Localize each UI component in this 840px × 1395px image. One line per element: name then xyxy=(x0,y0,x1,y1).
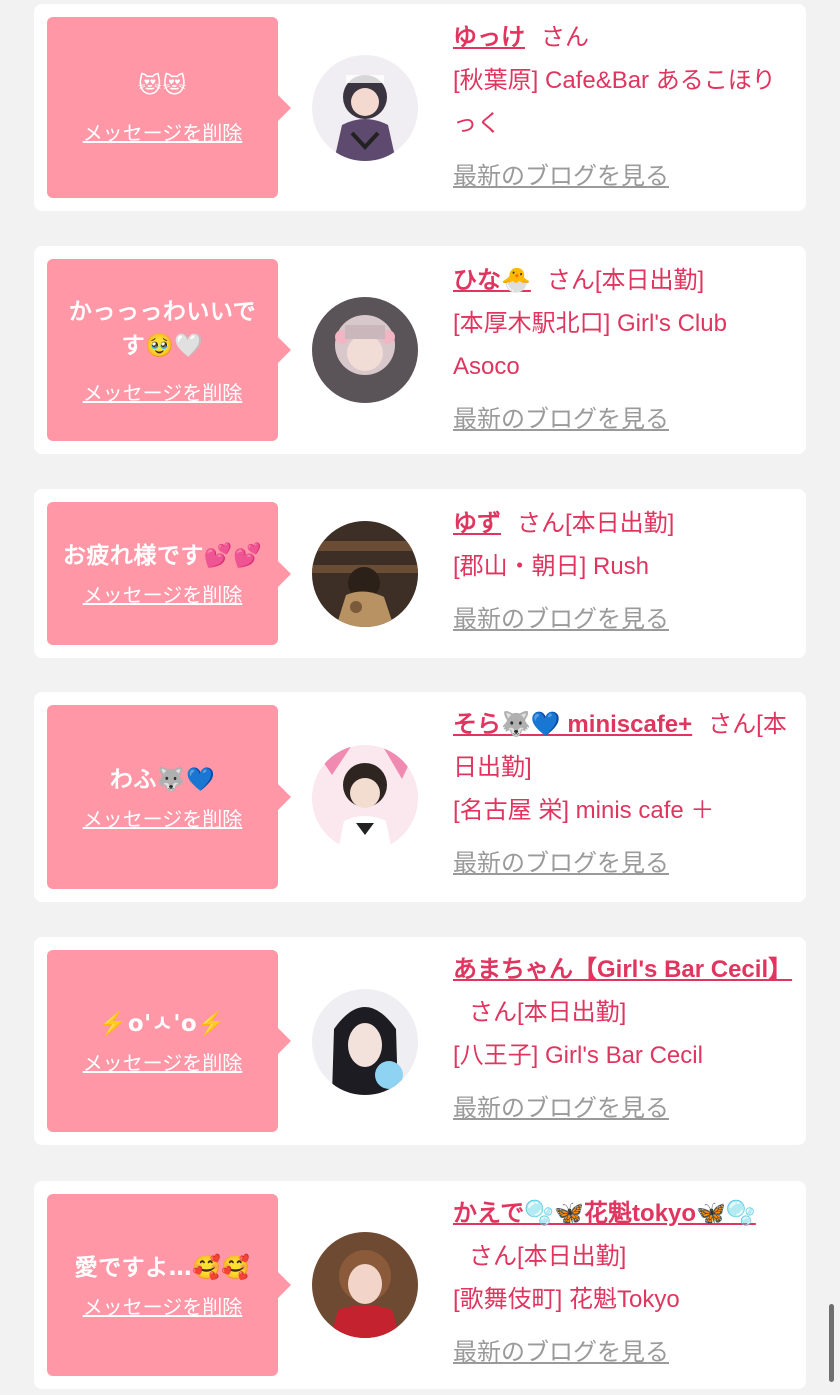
delete-message-link[interactable]: メッセージを削除 xyxy=(83,377,243,406)
latest-blog-link[interactable]: 最新のブログを見る xyxy=(453,1331,793,1374)
latest-blog-link[interactable]: 最新のブログを見る xyxy=(453,1087,793,1130)
message-bubble: 😻😻 メッセージを削除 xyxy=(47,17,291,198)
message-text: わふ🐺💙 xyxy=(109,766,216,793)
cast-name-link[interactable]: かえで🫧🦋花魁tokyo🦋🫧 xyxy=(453,1200,756,1227)
shop-name: [郡山・朝日] Rush xyxy=(453,553,650,580)
message-card: 愛ですよ…🥰🥰 メッセージを削除 かえで🫧🦋花魁tokyo🦋🫧 さん[本日出勤] … xyxy=(34,1181,806,1389)
delete-message-link[interactable]: メッセージを削除 xyxy=(83,579,243,608)
avatar[interactable] xyxy=(312,297,418,403)
avatar[interactable] xyxy=(312,989,418,1095)
attendance-tag: [本日出勤] xyxy=(517,1243,627,1270)
cast-name-link[interactable]: ひな🐣 xyxy=(453,267,531,294)
message-text: かっっっわいいです🥹🤍 xyxy=(68,298,257,359)
message-card: わふ🐺💙 メッセージを削除 そら🐺💙 miniscafe+ さん[本日出勤] [名… xyxy=(34,692,806,902)
message-text: 😻😻 xyxy=(138,73,187,99)
honorific: さん xyxy=(541,24,589,51)
avatar[interactable] xyxy=(312,1232,418,1338)
message-bubble: ⚡️o'ㅅ'o⚡️ メッセージを削除 xyxy=(47,950,291,1132)
cast-name-link[interactable]: ゆっけ xyxy=(453,24,525,51)
cast-info: かえで🫧🦋花魁tokyo🦋🫧 さん[本日出勤] [歌舞伎町] 花魁Tokyo 最新… xyxy=(453,1192,793,1374)
message-bubble: 愛ですよ…🥰🥰 メッセージを削除 xyxy=(47,1194,291,1376)
delete-message-link[interactable]: メッセージを削除 xyxy=(83,117,243,146)
shop-name: [八王子] Girl's Bar Cecil xyxy=(453,1042,703,1069)
cast-name-link[interactable]: ゆず xyxy=(453,510,501,537)
message-text: お疲れ様です💕💕 xyxy=(62,543,263,569)
cast-name-link[interactable]: そら🐺💙 miniscafe+ xyxy=(453,711,692,738)
message-bubble: お疲れ様です💕💕 メッセージを削除 xyxy=(47,502,291,645)
scrollbar[interactable] xyxy=(829,1304,834,1382)
latest-blog-link[interactable]: 最新のブログを見る xyxy=(453,398,793,441)
avatar[interactable] xyxy=(312,745,418,851)
message-text: 愛ですよ…🥰🥰 xyxy=(74,1254,251,1281)
shop-name: [名古屋 栄] minis cafe ＋ xyxy=(453,797,715,824)
delete-message-link[interactable]: メッセージを削除 xyxy=(83,803,243,832)
message-card: かっっっわいいです🥹🤍 メッセージを削除 ひな🐣 さん[本日出勤] [本厚木駅北口… xyxy=(34,246,806,454)
cast-info: ゆず さん[本日出勤] [郡山・朝日] Rush 最新のブログを見る xyxy=(453,502,793,641)
delete-message-link[interactable]: メッセージを削除 xyxy=(83,1047,243,1076)
latest-blog-link[interactable]: 最新のブログを見る xyxy=(453,598,793,641)
message-bubble: わふ🐺💙 メッセージを削除 xyxy=(47,705,291,889)
message-card: お疲れ様です💕💕 メッセージを削除 ゆず さん[本日出勤] [郡山・朝日] Rus… xyxy=(34,489,806,658)
attendance-tag: [本日出勤] xyxy=(594,267,705,294)
honorific: さん xyxy=(469,1243,517,1270)
honorific: さん xyxy=(469,999,517,1026)
message-card: 😻😻 メッセージを削除 ゆっけ さん [秋葉原] Cafe&Bar あるこほりっく… xyxy=(34,4,806,211)
shop-name: [歌舞伎町] 花魁Tokyo xyxy=(453,1286,680,1313)
cast-info: ひな🐣 さん[本日出勤] [本厚木駅北口] Girl's Club Asoco 最… xyxy=(453,259,793,441)
attendance-tag: [本日出勤] xyxy=(565,510,675,537)
cast-info: ゆっけ さん [秋葉原] Cafe&Bar あるこほりっく 最新のブログを見る xyxy=(453,16,793,198)
shop-name: [本厚木駅北口] Girl's Club Asoco xyxy=(453,310,727,380)
avatar[interactable] xyxy=(312,521,418,627)
latest-blog-link[interactable]: 最新のブログを見る xyxy=(453,155,793,198)
cast-info: あまちゃん【Girl's Bar Cecil】さん[本日出勤] [八王子] Gi… xyxy=(453,948,793,1130)
cast-info: そら🐺💙 miniscafe+ さん[本日出勤] [名古屋 栄] minis ca… xyxy=(453,703,793,885)
message-card: ⚡️o'ㅅ'o⚡️ メッセージを削除 あまちゃん【Girl's Bar Ceci… xyxy=(34,937,806,1145)
honorific: さん xyxy=(517,510,565,537)
delete-message-link[interactable]: メッセージを削除 xyxy=(83,1291,243,1320)
latest-blog-link[interactable]: 最新のブログを見る xyxy=(453,842,793,885)
avatar[interactable] xyxy=(312,55,418,161)
cast-name-link[interactable]: あまちゃん【Girl's Bar Cecil】 xyxy=(453,956,792,983)
message-bubble: かっっっわいいです🥹🤍 メッセージを削除 xyxy=(47,259,291,441)
attendance-tag: [本日出勤] xyxy=(517,999,627,1026)
message-text: ⚡️o'ㅅ'o⚡️ xyxy=(98,1010,227,1037)
shop-name: [秋葉原] Cafe&Bar あるこほりっく xyxy=(453,67,776,137)
honorific: さん xyxy=(546,267,595,294)
honorific: さん xyxy=(708,711,757,738)
